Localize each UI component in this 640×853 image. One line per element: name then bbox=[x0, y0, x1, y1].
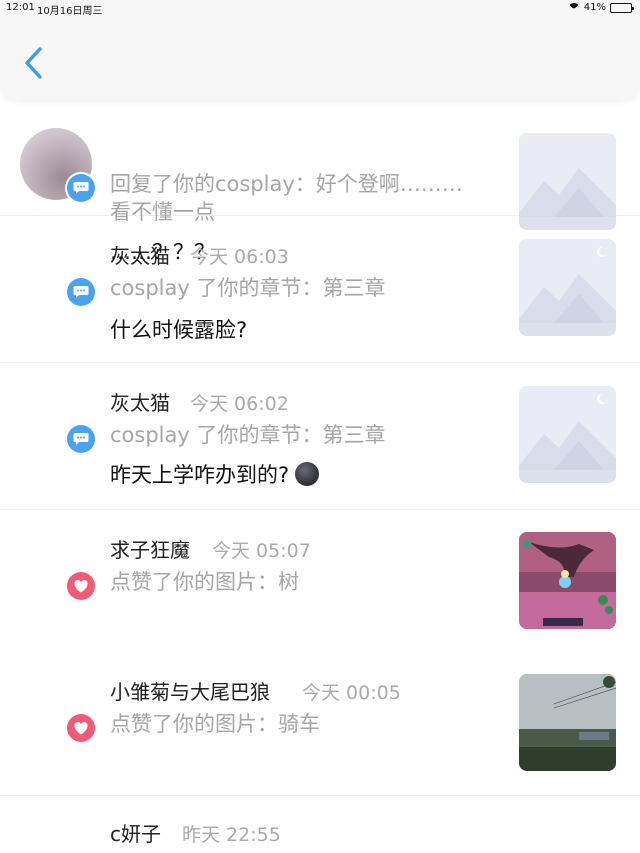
notification-comment: 什么时候露脸? bbox=[110, 318, 248, 342]
notification-time: 今天 06:02 bbox=[190, 393, 289, 415]
battery-percent: 41% bbox=[583, 2, 606, 13]
placeholder-thumbnail[interactable] bbox=[519, 386, 616, 483]
battery-icon bbox=[610, 2, 634, 13]
notification-time: 今天 05:07 bbox=[212, 540, 311, 562]
comment-badge-icon bbox=[67, 174, 95, 202]
heart-badge-icon bbox=[67, 572, 95, 600]
user-name[interactable]: 求子狂魔 bbox=[110, 534, 190, 563]
user-name[interactable]: 小雏菊与大尾巴狼 bbox=[110, 676, 270, 705]
notification-comment: 昨天上学咋办到的? bbox=[110, 459, 320, 489]
comment-badge-icon bbox=[67, 278, 95, 306]
notification-time: 昨天 22:55 bbox=[182, 824, 281, 846]
status-date: 10月16日周三 bbox=[37, 6, 103, 17]
notification-action: 回复了你的cosplay：好个登啊……… bbox=[110, 172, 463, 196]
notification-time: 今天 06:03 bbox=[190, 246, 289, 268]
game-screenshot-thumbnail[interactable] bbox=[519, 532, 616, 629]
new-moon-face-emoji-icon bbox=[295, 462, 320, 486]
notification-item[interactable]: 小雏菊与大尾巴狼 今天 00:05 点赞了你的图片：骑车 bbox=[0, 652, 640, 796]
notification-time: 今天 00:05 bbox=[302, 682, 401, 704]
status-bar: 12:01 10月16日周三 41% bbox=[0, 0, 640, 17]
user-name[interactable]: 灰太猫 bbox=[110, 240, 170, 269]
comment-text: 昨天上学咋办到的? bbox=[110, 463, 290, 487]
notification-item[interactable]: 灰太猫 今天 06:02 cosplay 了你的章节：第三章 昨天上学咋办到的? bbox=[0, 363, 640, 510]
placeholder-thumbnail[interactable] bbox=[519, 239, 616, 336]
heart-badge-icon bbox=[67, 714, 95, 742]
comment-badge-icon bbox=[67, 425, 95, 453]
status-right: 41% bbox=[568, 2, 634, 13]
notification-item[interactable]: c妍子 昨天 22:55 bbox=[0, 796, 640, 853]
chevron-left-icon[interactable] bbox=[22, 46, 46, 80]
nav-bar bbox=[0, 16, 640, 100]
status-time: 12:01 bbox=[6, 2, 35, 13]
notification-action: cosplay 了你的章节：第三章 bbox=[110, 276, 386, 300]
landscape-photo-thumbnail[interactable] bbox=[519, 674, 616, 771]
notification-item[interactable]: 求子狂魔 今天 05:07 点赞了你的图片：树 bbox=[0, 510, 640, 652]
user-name[interactable]: c妍子 bbox=[110, 818, 161, 847]
user-name[interactable]: 灰太猫 bbox=[110, 387, 170, 416]
notification-action: 点赞了你的图片：骑车 bbox=[110, 712, 320, 736]
notification-action: cosplay 了你的章节：第三章 bbox=[110, 423, 386, 447]
notification-item[interactable]: 灰太猫 今天 06:03 cosplay 了你的章节：第三章 什么时候露脸? bbox=[0, 216, 640, 363]
wifi-icon bbox=[568, 3, 580, 12]
notification-action: 点赞了你的图片：树 bbox=[110, 570, 299, 594]
